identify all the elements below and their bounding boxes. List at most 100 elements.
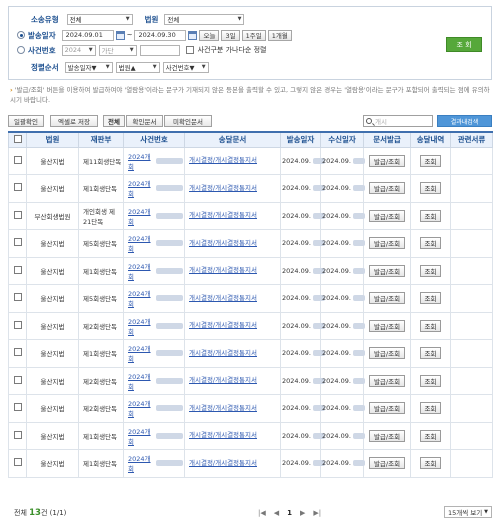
issue-view-button[interactable]: 발급/조회 xyxy=(368,429,406,442)
sort-order-2-select[interactable]: 법원▲ ▼ xyxy=(115,61,160,73)
case-number-link[interactable]: 2024개회 xyxy=(128,151,183,171)
case-number-link[interactable]: 2024개회 xyxy=(128,426,183,446)
row-checkbox[interactable] xyxy=(13,293,22,302)
select-all-cell xyxy=(8,131,27,148)
result-search-button[interactable]: 결과내검색 xyxy=(437,115,492,127)
bulk-confirm-button[interactable]: 일괄확인 xyxy=(8,115,44,127)
issue-view-button[interactable]: 발급/조회 xyxy=(368,374,406,387)
case-no-radio[interactable] xyxy=(17,46,25,54)
tab-confirmed[interactable]: 확인문서 xyxy=(126,115,163,127)
prev-page-button[interactable]: ◀ xyxy=(274,509,279,517)
case-number-link[interactable]: 2024개회 xyxy=(128,261,183,281)
issue-cell: 발급/조회 xyxy=(363,421,411,450)
document-link[interactable]: 개시결정/개시결정통지서 xyxy=(189,459,257,468)
document-link[interactable]: 개시결정/개시결정통지서 xyxy=(189,376,257,385)
case-number-input[interactable] xyxy=(139,44,180,56)
sort-by-case-checkbox[interactable] xyxy=(185,46,194,54)
next-page-button[interactable]: ▶ xyxy=(300,509,305,517)
result-search-input[interactable]: 개시 xyxy=(363,115,433,127)
issue-view-button[interactable]: 발급/조회 xyxy=(368,209,406,222)
row-checkbox[interactable] xyxy=(13,210,22,219)
case-type-select[interactable]: 전체 ▼ xyxy=(66,13,133,25)
date-to-input[interactable]: 2024.09.30 xyxy=(134,29,187,41)
case-number-link[interactable]: 2024개회 xyxy=(128,233,183,253)
search-submit-button[interactable]: 조 회 xyxy=(446,37,482,52)
date-from-input[interactable]: 2024.09.01 xyxy=(61,29,114,41)
history-view-button[interactable]: 조회 xyxy=(419,374,442,387)
issue-view-button[interactable]: 발급/조회 xyxy=(368,402,406,415)
chevron-down-icon: ▼ xyxy=(152,64,157,70)
issue-view-button[interactable]: 발급/조회 xyxy=(368,347,406,360)
row-checkbox[interactable] xyxy=(13,183,22,192)
case-number-link[interactable]: 2024개회 xyxy=(128,206,183,226)
document-link[interactable]: 개시결정/개시결정통지서 xyxy=(189,431,257,440)
per-page-select[interactable]: 15개씩 보기 ▼ xyxy=(444,506,492,518)
sort-order-1-select[interactable]: 발송일자▼ ▼ xyxy=(64,61,113,73)
row-checkbox[interactable] xyxy=(13,403,22,412)
1month-button[interactable]: 1개월 xyxy=(267,29,292,41)
history-view-button[interactable]: 조회 xyxy=(419,402,442,415)
issue-view-button[interactable]: 발급/조회 xyxy=(368,182,406,195)
tab-unconfirmed[interactable]: 미확인문서 xyxy=(164,115,212,127)
issue-view-button[interactable]: 발급/조회 xyxy=(368,292,406,305)
case-year-select[interactable]: 2024 ▼ xyxy=(61,44,96,56)
case-number-link[interactable]: 2024개회 xyxy=(128,316,183,336)
document-link[interactable]: 개시결정/개시결정통지서 xyxy=(189,211,257,220)
row-checkbox[interactable] xyxy=(13,155,22,164)
document-link[interactable]: 개시결정/개시결정통지서 xyxy=(189,239,257,248)
history-view-button[interactable]: 조회 xyxy=(419,154,442,167)
history-view-button[interactable]: 조회 xyxy=(419,264,442,277)
row-checkbox[interactable] xyxy=(13,458,22,467)
case-kind-select[interactable]: 가단 ▼ xyxy=(98,44,137,56)
history-view-button[interactable]: 조회 xyxy=(419,292,442,305)
send-date-radio[interactable] xyxy=(17,31,25,39)
first-page-button[interactable]: |◀ xyxy=(258,509,266,517)
1week-button[interactable]: 1주일 xyxy=(241,29,266,41)
document-link[interactable]: 개시결정/개시결정통지서 xyxy=(189,321,257,330)
issue-view-button[interactable]: 발급/조회 xyxy=(368,319,406,332)
issue-view-button[interactable]: 발급/조회 xyxy=(368,457,406,470)
today-button[interactable]: 오늘 xyxy=(199,29,220,41)
document-link[interactable]: 개시결정/개시결정통지서 xyxy=(189,404,257,413)
row-checkbox[interactable] xyxy=(13,348,22,357)
row-checkbox[interactable] xyxy=(13,375,22,384)
document-link[interactable]: 개시결정/개시결정통지서 xyxy=(189,349,257,358)
3days-button[interactable]: 3일 xyxy=(221,29,240,41)
calendar-icon[interactable] xyxy=(115,30,125,40)
case-number-link[interactable]: 2024개회 xyxy=(128,398,183,418)
calendar-icon[interactable] xyxy=(188,30,198,40)
document-link[interactable]: 개시결정/개시결정통지서 xyxy=(189,294,257,303)
case-number-link[interactable]: 2024개회 xyxy=(128,453,183,473)
history-view-button[interactable]: 조회 xyxy=(419,347,442,360)
issue-view-button[interactable]: 발급/조회 xyxy=(368,154,406,167)
history-view-button[interactable]: 조회 xyxy=(419,182,442,195)
court-select[interactable]: 전체 ▼ xyxy=(164,13,245,25)
row-checkbox[interactable] xyxy=(13,430,22,439)
tab-all[interactable]: 전체 xyxy=(103,115,125,127)
select-all-checkbox[interactable] xyxy=(13,134,22,143)
history-view-button[interactable]: 조회 xyxy=(419,457,442,470)
case-number-link[interactable]: 2024개회 xyxy=(128,178,183,198)
row-checkbox[interactable] xyxy=(13,320,22,329)
sort-order-3-select[interactable]: 사건번호▼ ▼ xyxy=(162,61,209,73)
document-link[interactable]: 개시결정/개시결정통지서 xyxy=(189,184,257,193)
document-link[interactable]: 개시결정/개시결정통지서 xyxy=(189,266,257,275)
case-number-link[interactable]: 2024개회 xyxy=(128,343,183,363)
row-checkbox[interactable] xyxy=(13,265,22,274)
excel-save-button[interactable]: 엑셀로 저장 xyxy=(50,115,98,127)
row-checkbox[interactable] xyxy=(13,238,22,247)
history-view-button[interactable]: 조회 xyxy=(419,319,442,332)
document-link[interactable]: 개시결정/개시결정통지서 xyxy=(189,156,257,165)
case-number-link[interactable]: 2024개회 xyxy=(128,288,183,308)
chevron-down-icon: ▼ xyxy=(125,16,130,22)
history-view-button[interactable]: 조회 xyxy=(419,209,442,222)
issue-view-button[interactable]: 발급/조회 xyxy=(368,237,406,250)
last-page-button[interactable]: ▶| xyxy=(313,509,321,517)
recv-date-cell: 2024.09. xyxy=(320,256,365,285)
page-1[interactable]: 1 xyxy=(287,509,292,517)
history-view-button[interactable]: 조회 xyxy=(419,237,442,250)
history-view-button[interactable]: 조회 xyxy=(419,429,442,442)
issue-view-button[interactable]: 발급/조회 xyxy=(368,264,406,277)
case-number-link[interactable]: 2024개회 xyxy=(128,371,183,391)
redacted-case-number xyxy=(155,295,183,302)
